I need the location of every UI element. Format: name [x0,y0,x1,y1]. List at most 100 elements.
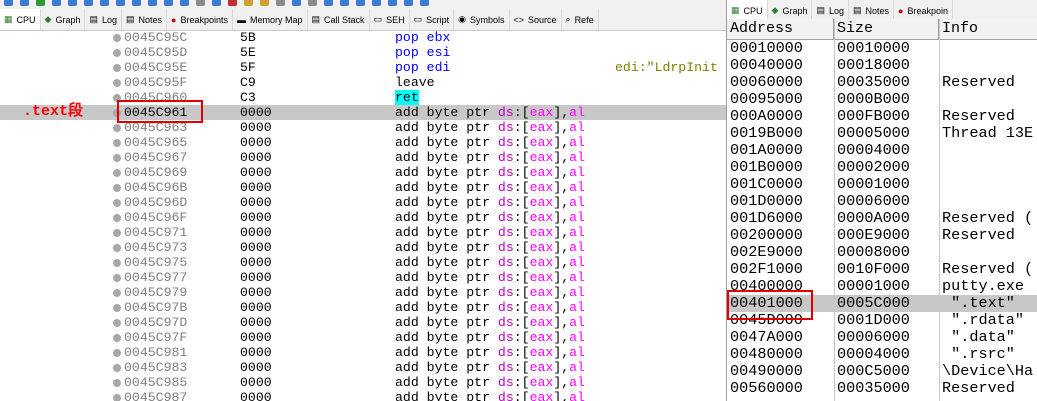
memory-map-row[interactable]: 001C0000 00001000 [727,176,1037,193]
disasm-row[interactable]: 0045C973 0000 add byte ptr ds:[eax],al [0,240,727,255]
column-header-size[interactable]: Size [834,19,939,39]
disasm-row[interactable]: 0045C960 C3 ret [0,90,727,105]
disasm-row[interactable]: 0045C971 0000 add byte ptr ds:[eax],al [0,225,727,240]
toolbar-button-icon[interactable] [100,0,109,6]
breakpoint-dot[interactable] [113,34,121,42]
memory-map-row[interactable]: 00010000 00010000 [727,40,1037,57]
memory-map-row[interactable]: 002E9000 00008000 [727,244,1037,261]
toolbar-button-icon[interactable] [36,0,45,6]
toolbar-button-icon[interactable] [212,0,221,6]
tab-script[interactable]: ▭ Script [410,9,455,30]
memory-map-row[interactable]: 0019B000 00005000 Thread 13E [727,125,1037,142]
breakpoint-dot[interactable] [113,169,121,177]
disasm-row[interactable]: 0045C95E 5F pop edi edi:"LdrpInit [0,60,727,75]
toolbar-button-icon[interactable] [84,0,93,6]
disasm-row[interactable]: 0045C96D 0000 add byte ptr ds:[eax],al [0,195,727,210]
disasm-row[interactable]: 0045C95C 5B pop ebx [0,30,727,45]
disasm-row[interactable]: 0045C961 0000 add byte ptr ds:[eax],al [0,105,727,120]
toolbar-button-icon[interactable] [292,0,301,6]
toolbar-button-icon[interactable] [372,0,381,6]
breakpoint-dot[interactable] [113,394,121,401]
breakpoint-dot[interactable] [113,49,121,57]
memory-map-row[interactable]: 001D6000 0000A000 Reserved ( [727,210,1037,227]
toolbar-button-icon[interactable] [180,0,189,6]
memory-map-row[interactable]: 000A0000 000FB000 Reserved [727,108,1037,125]
disasm-row[interactable]: 0045C979 0000 add byte ptr ds:[eax],al [0,285,727,300]
toolbar-button-icon[interactable] [260,0,269,6]
memory-map-row[interactable]: 00040000 00018000 [727,57,1037,74]
tab-symbols[interactable]: ◉ Symbols [454,9,510,30]
disasm-row[interactable]: 0045C969 0000 add byte ptr ds:[eax],al [0,165,727,180]
disasm-row[interactable]: 0045C967 0000 add byte ptr ds:[eax],al [0,150,727,165]
tab-breakpoints-2[interactable]: ● Breakpoin [894,0,954,19]
breakpoint-dot[interactable] [113,289,121,297]
disasm-row[interactable]: 0045C97F 0000 add byte ptr ds:[eax],al [0,330,727,345]
toolbar-button-icon[interactable] [4,0,13,6]
toolbar-button-icon[interactable] [164,0,173,6]
breakpoint-dot[interactable] [113,364,121,372]
toolbar-button-icon[interactable] [388,0,397,6]
breakpoint-dot[interactable] [113,214,121,222]
toolbar-button-icon[interactable] [276,0,285,6]
breakpoint-dot[interactable] [113,79,121,87]
disasm-row[interactable]: 0045C975 0000 add byte ptr ds:[eax],al [0,255,727,270]
tab-cpu[interactable]: ▦ CPU [0,9,41,30]
breakpoint-dot[interactable] [113,64,121,72]
toolbar-button-icon[interactable] [20,0,29,6]
disasm-row[interactable]: 0045C95F C9 leave [0,75,727,90]
memory-map-row[interactable]: 001A0000 00004000 [727,142,1037,159]
breakpoint-dot[interactable] [113,259,121,267]
breakpoint-dot[interactable] [113,229,121,237]
toolbar-button-icon[interactable] [244,0,253,6]
breakpoint-dot[interactable] [113,139,121,147]
tab-log[interactable]: ▤ Log [85,9,123,30]
tab-notes-2[interactable]: ▤ Notes [849,0,895,19]
toolbar-button-icon[interactable] [324,0,333,6]
breakpoint-dot[interactable] [113,244,121,252]
toolbar-button-icon[interactable] [340,0,349,6]
tab-graph[interactable]: ◆ Graph [41,9,86,30]
disassembly-view[interactable]: 0045C95C 5B pop ebx 0045C95D 5E pop esi 0045C9… [0,30,727,401]
toolbar-button-icon[interactable] [116,0,125,6]
memory-map-row[interactable]: 001B0000 00002000 [727,159,1037,176]
tab-cpu-2[interactable]: ▦ CPU [727,0,768,19]
toolbar-button-icon[interactable] [148,0,157,6]
breakpoint-dot[interactable] [113,319,121,327]
toolbar-button-icon[interactable] [404,0,413,6]
disasm-row[interactable]: 0045C95D 5E pop esi [0,45,727,60]
breakpoint-dot[interactable] [113,154,121,162]
tab-breakpoints[interactable]: ● Breakpoints [167,9,234,30]
disasm-row[interactable]: 0045C977 0000 add byte ptr ds:[eax],al [0,270,727,285]
breakpoint-dot[interactable] [113,334,121,342]
disasm-row[interactable]: 0045C983 0000 add byte ptr ds:[eax],al [0,360,727,375]
disasm-row[interactable]: 0045C985 0000 add byte ptr ds:[eax],al [0,375,727,390]
disasm-row[interactable]: 0045C97D 0000 add byte ptr ds:[eax],al [0,315,727,330]
toolbar-button-icon[interactable] [420,0,429,6]
disasm-row[interactable]: 0045C96B 0000 add byte ptr ds:[eax],al [0,180,727,195]
tab-log-2[interactable]: ▤ Log [812,0,850,19]
toolbar-button-icon[interactable] [308,0,317,6]
toolbar-button-icon[interactable] [52,0,61,6]
toolbar-button-icon[interactable] [196,0,205,6]
disasm-row[interactable]: 0045C981 0000 add byte ptr ds:[eax],al [0,345,727,360]
memory-map-row[interactable]: 002F1000 0010F000 Reserved ( [727,261,1037,278]
memory-map-row[interactable]: 00490000 000C5000 \Device\Ha [727,363,1037,380]
toolbar-button-icon[interactable] [228,0,237,6]
tab-call-stack[interactable]: ▤ Call Stack [308,9,370,30]
breakpoint-dot[interactable] [113,184,121,192]
memory-map-row[interactable]: 00480000 00004000 ".rsrc" [727,346,1037,363]
disasm-row[interactable]: 0045C97B 0000 add byte ptr ds:[eax],al [0,300,727,315]
tab-graph-2[interactable]: ◆ Graph [768,0,813,19]
disasm-row[interactable]: 0045C963 0000 add byte ptr ds:[eax],al [0,120,727,135]
toolbar-button-icon[interactable] [68,0,77,6]
column-header-info[interactable]: Info [939,19,1037,39]
memory-map-row[interactable]: 001D0000 00006000 [727,193,1037,210]
breakpoint-dot[interactable] [113,379,121,387]
memory-map-row[interactable]: 0047A000 00006000 ".data" [727,329,1037,346]
toolbar-button-icon[interactable] [356,0,365,6]
tab-memory-map[interactable]: ▬ Memory Map [233,9,308,30]
memory-map-row[interactable]: 00560000 00035000 Reserved [727,380,1037,397]
breakpoint-dot[interactable] [113,349,121,357]
disasm-row[interactable]: 0045C965 0000 add byte ptr ds:[eax],al [0,135,727,150]
disasm-row[interactable]: 0045C96F 0000 add byte ptr ds:[eax],al [0,210,727,225]
